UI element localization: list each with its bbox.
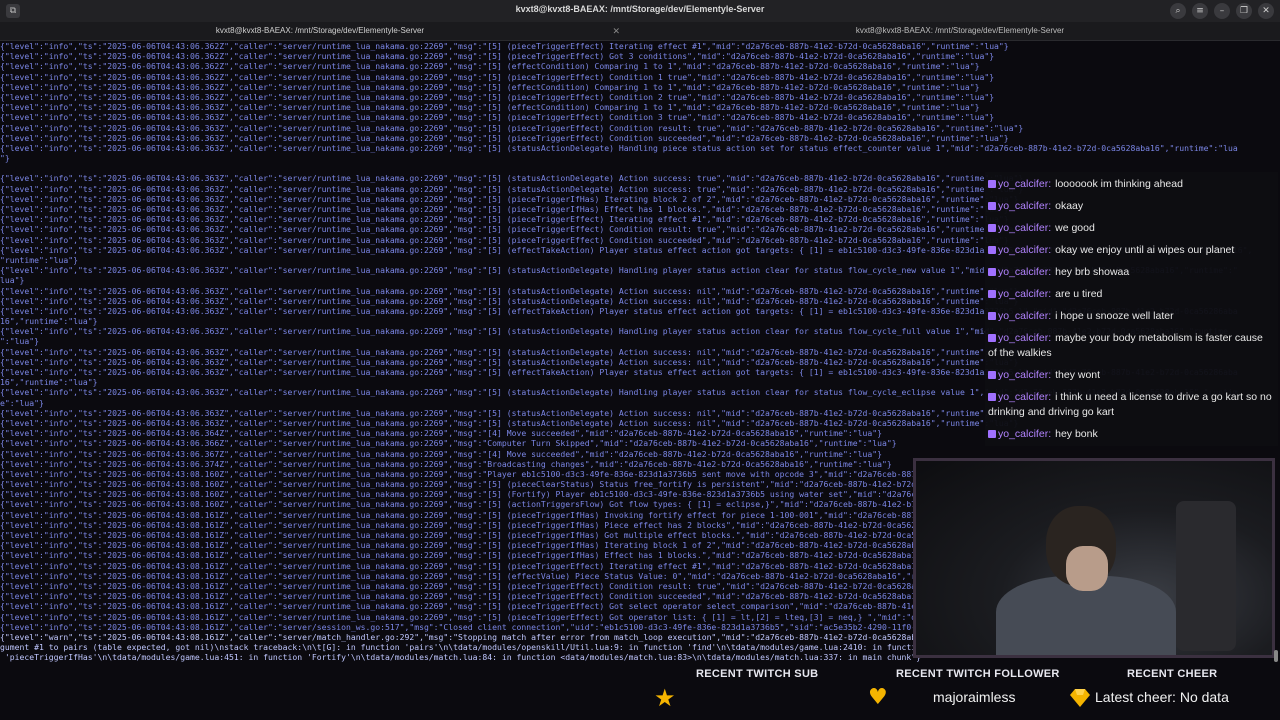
star-icon: ★ — [654, 684, 676, 712]
badge-icon — [988, 290, 996, 298]
chat-username: yo_calcifer: — [998, 222, 1052, 234]
menu-icon[interactable]: ≡ — [1192, 3, 1208, 19]
recent-follower-value: majoraimless — [933, 689, 1016, 705]
terminal-tab-2[interactable]: kvxt8@kvxt8-BAEAX: /mnt/Storage/dev/Elem… — [640, 22, 1280, 40]
chat-message: yo_calcifer: we good — [985, 218, 1278, 240]
chat-message: yo_calcifer: are u tired — [985, 284, 1278, 306]
chat-text: are u tired — [1055, 288, 1103, 300]
terminal-line: {"level":"info","ts":"2025-06-06T04:43:0… — [0, 132, 1009, 143]
gem-icon — [1070, 689, 1090, 707]
chat-username: yo_calcifer: — [998, 178, 1052, 190]
badge-icon — [988, 224, 996, 232]
chat-message: yo_calcifer: okay we enjoy until ai wipes… — [985, 240, 1278, 262]
badge-icon — [988, 246, 996, 254]
terminal-line: {"level":"info","ts":"2025-06-06T04:43:0… — [0, 91, 995, 102]
badge-icon — [988, 268, 996, 276]
terminal-line: {"level":"info","ts":"2025-06-06T04:43:0… — [0, 61, 980, 72]
minimize-icon[interactable]: – — [1214, 3, 1230, 19]
chat-message: yo_calcifer: hey brb showaa — [985, 262, 1278, 284]
badge-icon — [988, 180, 996, 188]
chat-text: okaay — [1055, 200, 1084, 212]
terminal-line: {"level":"info","ts":"2025-06-06T04:43:0… — [0, 122, 1024, 133]
badge-icon — [988, 371, 996, 379]
chat-username: yo_calcifer: — [998, 391, 1052, 403]
maximize-icon[interactable]: ❐ — [1236, 3, 1252, 19]
tab-bar: kvxt8@kvxt8-BAEAX: /mnt/Storage/dev/Elem… — [0, 22, 1280, 41]
heart-icon: ♥ — [868, 685, 888, 710]
recent-sub-label: RECENT TWITCH SUB — [696, 668, 819, 680]
chat-message: yo_calcifer: okaay — [985, 196, 1278, 218]
terminal-tab-1[interactable]: kvxt8@kvxt8-BAEAX: /mnt/Storage/dev/Elem… — [0, 22, 640, 40]
recent-cheer-value: Latest cheer: No data — [1095, 689, 1229, 705]
chat-message: yo_calcifer: maybe your body metabolism i… — [985, 328, 1278, 365]
stream-chat-overlay: yo_calcifer: looooook im thinking ahead yo… — [985, 172, 1278, 446]
recent-follower-label: RECENT TWITCH FOLLOWER — [896, 668, 1060, 680]
chat-text: we good — [1055, 222, 1095, 234]
chat-text: looooook im thinking ahead — [1055, 178, 1183, 190]
chat-message: yo_calcifer: i hope u snooze well later — [985, 306, 1278, 328]
chat-text: hey bonk — [1055, 428, 1098, 440]
search-icon[interactable]: ⌕ — [1170, 3, 1186, 19]
terminal-scrollbar[interactable] — [1274, 650, 1278, 662]
chat-username: yo_calcifer: — [998, 288, 1052, 300]
chat-username: yo_calcifer: — [998, 428, 1052, 440]
chat-username: yo_calcifer: — [998, 266, 1052, 278]
chat-message: yo_calcifer: looooook im thinking ahead — [985, 174, 1278, 196]
recent-cheer-label: RECENT CHEER — [1127, 668, 1218, 680]
badge-icon — [988, 334, 996, 342]
terminal-line: {"level":"info","ts":"2025-06-06T04:43:0… — [0, 112, 995, 123]
chat-message: yo_calcifer: i think u need a license to … — [985, 387, 1278, 424]
prompt-user: kvxt8@kvxt8-BAEAX — [0, 662, 83, 663]
chat-message: yo_calcifer: hey bonk — [985, 424, 1278, 446]
tab-label: kvxt8@kvxt8-BAEAX: /mnt/Storage/dev/Elem… — [215, 26, 425, 35]
close-icon[interactable]: ✕ — [1258, 3, 1274, 19]
chat-username: yo_calcifer: — [998, 310, 1052, 322]
terminal-line: {"level":"info","ts":"2025-06-06T04:43:0… — [0, 71, 995, 82]
chat-message: yo_calcifer: they wont — [985, 365, 1278, 387]
badge-icon — [988, 393, 996, 401]
chat-username: yo_calcifer: — [998, 200, 1052, 212]
chat-text: they wont — [1055, 369, 1101, 381]
tab-label: kvxt8@kvxt8-BAEAX: /mnt/Storage/dev/Elem… — [855, 26, 1065, 35]
terminal-line: {"level":"info","ts":"2025-06-06T04:43:0… — [0, 142, 1238, 153]
terminal-line: {"level":"info","ts":"2025-06-06T04:43:0… — [0, 41, 1009, 51]
window-title: kvxt8@kvxt8-BAEAX: /mnt/Storage/dev/Elem… — [515, 4, 765, 14]
badge-icon — [988, 430, 996, 438]
webcam-person-face — [1066, 546, 1108, 591]
terminal-line: {"level":"info","ts":"2025-06-06T04:43:0… — [0, 102, 980, 113]
chat-username: yo_calcifer: — [998, 244, 1052, 256]
chat-username: yo_calcifer: — [998, 369, 1052, 381]
prompt-path: :/mnt/Storage/dev/Elementyle-Server$ — [83, 662, 263, 663]
chat-text: okay we enjoy until ai wipes our planet — [1055, 244, 1235, 256]
terminal-line: "} — [0, 153, 10, 164]
badge-icon — [988, 312, 996, 320]
chat-text: i hope u snooze well later — [1055, 310, 1174, 322]
webcam-feed — [913, 458, 1275, 658]
terminal-line: {"level":"info","ts":"2025-06-06T04:43:0… — [0, 81, 980, 92]
terminal-line: {"level":"info","ts":"2025-06-06T04:43:0… — [0, 51, 995, 62]
webcam-chair — [1176, 501, 1236, 651]
stream-alerts-bar: RECENT TWITCH SUB ★ RECENT TWITCH FOLLOW… — [640, 664, 1280, 720]
shell-prompt[interactable]: kvxt8@kvxt8-BAEAX:/mnt/Storage/dev/Eleme… — [0, 662, 1280, 663]
chat-username: yo_calcifer: — [998, 332, 1052, 344]
window-titlebar: ⧉ kvxt8@kvxt8-BAEAX: /mnt/Storage/dev/El… — [0, 0, 1280, 22]
tab-close-icon[interactable]: ✕ — [612, 22, 620, 40]
badge-icon — [988, 202, 996, 210]
chat-text: hey brb showaa — [1055, 266, 1130, 278]
